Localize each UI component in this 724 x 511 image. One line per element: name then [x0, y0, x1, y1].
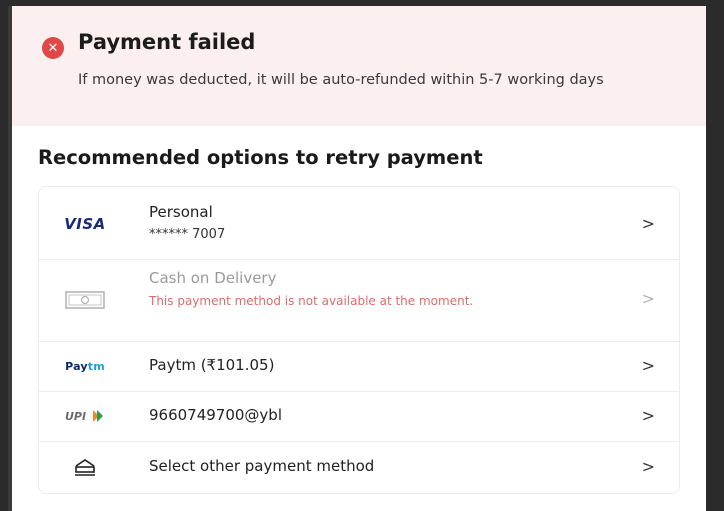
chevron-right-icon: >	[641, 406, 655, 425]
payment-option-other[interactable]: Select other payment method >	[39, 441, 679, 493]
payment-options-card: VISA Personal ****** 7007 > Cash on Deli…	[38, 186, 680, 494]
chevron-right-icon: >	[641, 289, 655, 308]
payment-option-cod: Cash on Delivery This payment method is …	[39, 259, 679, 342]
payment-option-upi[interactable]: UPI 9660749700@ybl >	[39, 391, 679, 442]
card-stack-icon	[61, 454, 109, 480]
cash-icon	[61, 287, 109, 313]
payment-screen: ✕ Payment failed If money was deducted, …	[8, 6, 706, 511]
upi-logo: UPI	[61, 403, 109, 429]
paytm-logo: Paytm	[65, 359, 105, 373]
payment-option-visa[interactable]: VISA Personal ****** 7007 >	[39, 187, 679, 260]
option-title: Personal	[149, 203, 213, 221]
banner-message: If money was deducted, it will be auto-r…	[78, 72, 604, 88]
option-title: Cash on Delivery	[149, 269, 277, 287]
option-title: Paytm (₹101.05)	[149, 356, 275, 374]
option-unavailable-message: This payment method is not available at …	[149, 294, 474, 308]
chevron-right-icon: >	[641, 356, 655, 375]
chevron-right-icon: >	[641, 457, 655, 476]
payment-option-paytm[interactable]: Paytm Paytm (₹101.05) >	[39, 341, 679, 392]
option-subtitle: ****** 7007	[149, 227, 226, 242]
visa-logo: VISA	[64, 215, 106, 233]
banner-title: Payment failed	[78, 30, 256, 54]
payment-failed-banner: ✕ Payment failed If money was deducted, …	[12, 6, 706, 126]
option-title: 9660749700@ybl	[149, 406, 283, 424]
svg-text:UPI: UPI	[65, 410, 86, 423]
section-title: Recommended options to retry payment	[38, 146, 483, 169]
chevron-right-icon: >	[641, 214, 655, 233]
error-icon: ✕	[42, 37, 64, 59]
option-title: Select other payment method	[149, 457, 375, 475]
